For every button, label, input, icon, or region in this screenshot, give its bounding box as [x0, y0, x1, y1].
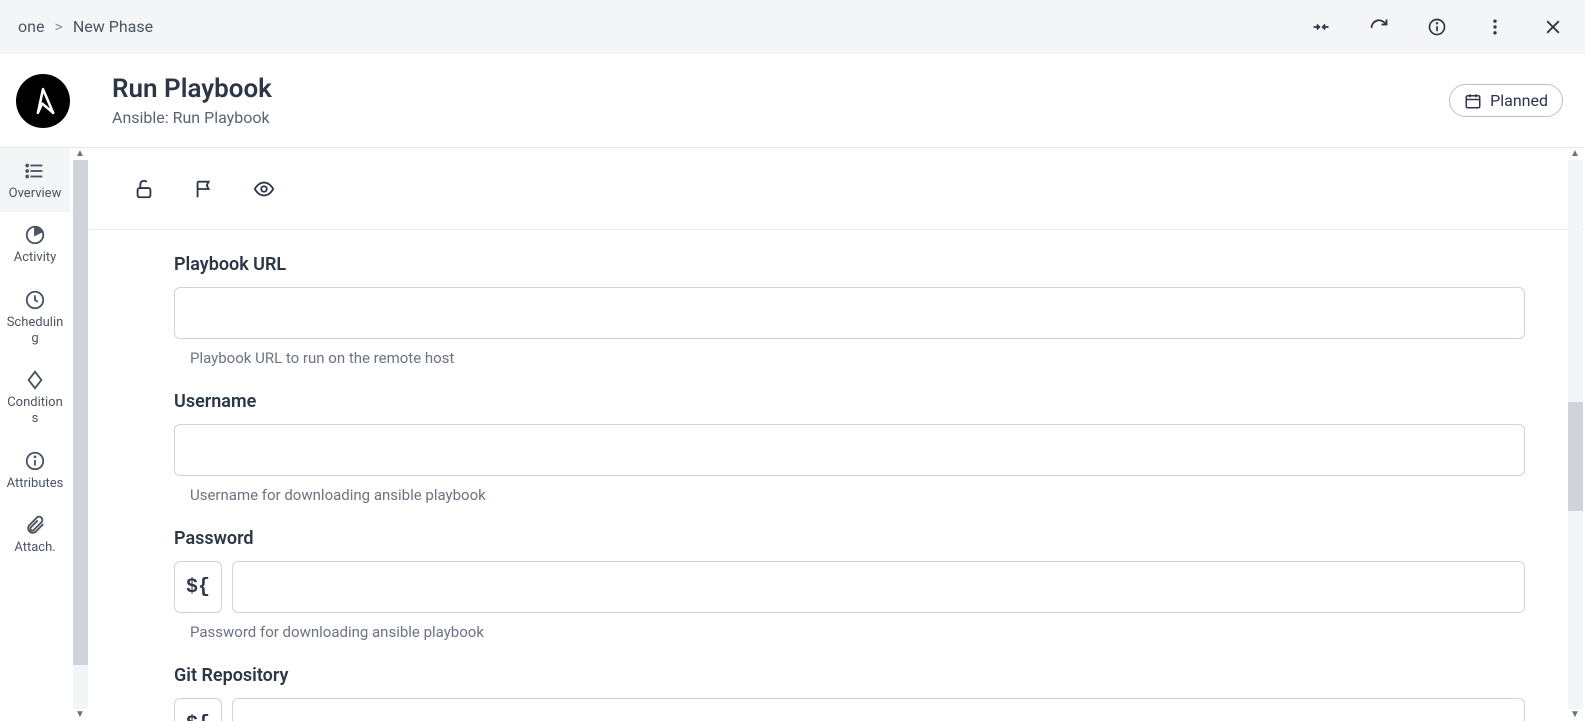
sidebar-item-conditions[interactable]: Conditions [0, 357, 70, 438]
refresh-icon[interactable] [1367, 15, 1391, 39]
breadcrumb-current: New Phase [73, 17, 153, 36]
scroll-thumb[interactable] [73, 160, 88, 665]
eye-icon[interactable] [252, 177, 276, 201]
git-repository-input[interactable] [232, 698, 1525, 721]
sidebar-item-label: Scheduling [4, 315, 66, 348]
header: Run Playbook Ansible: Run Playbook Plann… [0, 54, 1585, 148]
top-actions [1309, 15, 1565, 39]
main: Playbook URL Playbook URL to run on the … [90, 148, 1585, 721]
scroll-down-icon[interactable]: ▼ [1570, 709, 1580, 721]
more-icon[interactable] [1483, 15, 1507, 39]
page-subtitle: Ansible: Run Playbook [112, 108, 1449, 127]
sidebar-item-label: Attach. [14, 540, 55, 556]
status-badge[interactable]: Planned [1449, 84, 1563, 117]
field-label: Playbook URL [174, 254, 1525, 275]
field-git-repository: Git Repository ${ [174, 665, 1525, 721]
breadcrumb-parent[interactable]: one [18, 17, 44, 36]
password-input[interactable] [232, 561, 1525, 613]
sidebar-item-attributes[interactable]: Attributes [0, 438, 70, 502]
field-label: Git Repository [174, 665, 1525, 686]
breadcrumb-separator: > [54, 17, 62, 36]
sidebar-item-scheduling[interactable]: Scheduling [0, 277, 70, 358]
status-label: Planned [1490, 91, 1548, 110]
header-text: Run Playbook Ansible: Run Playbook [112, 74, 1449, 126]
field-label: Username [174, 391, 1525, 412]
unlock-icon[interactable] [132, 177, 156, 201]
scroll-up-icon[interactable]: ▲ [75, 148, 85, 160]
sidebar-item-label: Overview [9, 186, 62, 202]
sidebar-item-label: Activity [14, 250, 57, 266]
close-icon[interactable] [1541, 15, 1565, 39]
collapse-icon[interactable] [1309, 15, 1333, 39]
scroll-track[interactable] [73, 160, 88, 709]
diamond-icon [24, 369, 46, 391]
pie-icon [24, 224, 46, 246]
field-help: Playbook URL to run on the remote host [190, 349, 1525, 367]
variable-button[interactable]: ${ [174, 698, 222, 721]
form-area: Playbook URL Playbook URL to run on the … [90, 230, 1585, 721]
toolbar [90, 148, 1585, 230]
sidebar-item-overview[interactable]: Overview [0, 148, 70, 212]
paperclip-icon [24, 514, 46, 536]
field-help: Password for downloading ansible playboo… [190, 623, 1525, 641]
flag-icon[interactable] [192, 177, 216, 201]
sidebar: Overview Activity Scheduling Conditions … [0, 148, 70, 566]
scroll-track[interactable] [1568, 160, 1583, 709]
field-playbook-url: Playbook URL Playbook URL to run on the … [174, 254, 1525, 367]
sidebar-item-attachments[interactable]: Attach. [0, 502, 70, 566]
page-title: Run Playbook [112, 74, 1449, 105]
field-label: Password [174, 528, 1525, 549]
field-username: Username Username for downloading ansibl… [174, 391, 1525, 504]
main-scrollbar[interactable]: ▲ ▼ [1565, 148, 1585, 721]
username-input[interactable] [174, 424, 1525, 476]
info-icon[interactable] [1425, 15, 1449, 39]
sidebar-item-label: Conditions [4, 395, 66, 428]
variable-button[interactable]: ${ [174, 561, 222, 613]
calendar-icon [1464, 92, 1482, 110]
sidebar-scrollbar[interactable]: ▲ ▼ [70, 148, 90, 721]
field-help: Username for downloading ansible playboo… [190, 486, 1525, 504]
sidebar-wrap: Overview Activity Scheduling Conditions … [0, 148, 90, 721]
info-circle-icon [24, 450, 46, 472]
clock-icon [24, 289, 46, 311]
field-password: Password ${ Password for downloading ans… [174, 528, 1525, 641]
scroll-thumb[interactable] [1568, 402, 1583, 512]
scroll-up-icon[interactable]: ▲ [1570, 148, 1580, 160]
body: Overview Activity Scheduling Conditions … [0, 148, 1585, 721]
top-bar: one > New Phase [0, 0, 1585, 54]
breadcrumb: one > New Phase [18, 17, 153, 36]
scroll-down-icon[interactable]: ▼ [75, 709, 85, 721]
playbook-url-input[interactable] [174, 287, 1525, 339]
sidebar-item-activity[interactable]: Activity [0, 212, 70, 276]
sidebar-item-label: Attributes [7, 476, 64, 492]
list-icon [24, 160, 46, 182]
ansible-logo [16, 74, 70, 128]
